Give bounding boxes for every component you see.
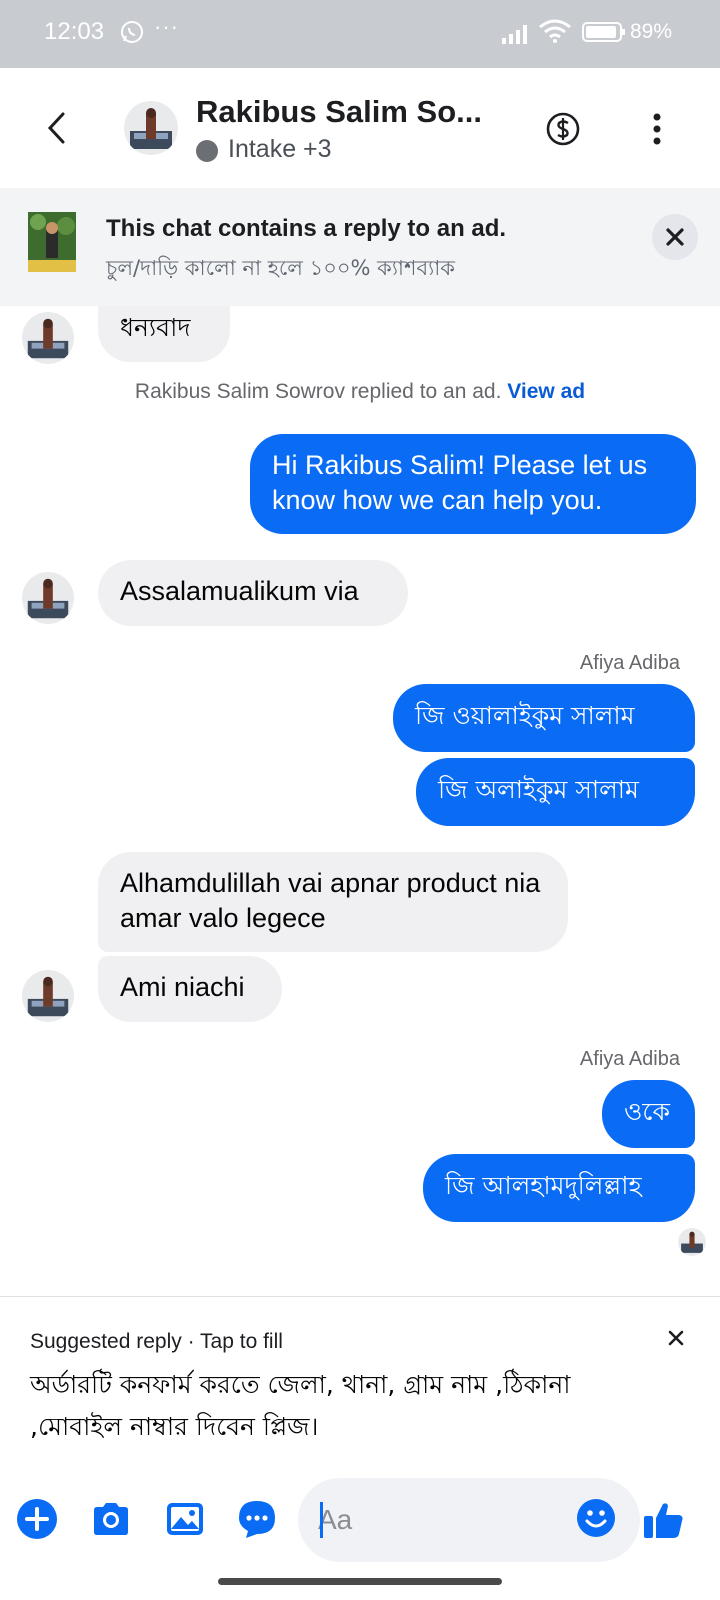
- whatsapp-icon: [121, 21, 143, 43]
- chat-bubble-icon[interactable]: [236, 1498, 278, 1540]
- ad-reply-banner[interactable]: This chat contains a reply to an ad. চুল…: [0, 188, 720, 306]
- wifi-icon: [539, 19, 571, 43]
- ad-thumbnail[interactable]: [28, 212, 76, 272]
- notification-dots: ···: [154, 14, 179, 39]
- sender-name: Afiya Adiba: [579, 1048, 680, 1070]
- view-ad-link[interactable]: View ad: [507, 380, 585, 403]
- read-receipt-avatar: [678, 1228, 706, 1256]
- divider: [0, 1296, 720, 1297]
- thumbs-up-icon[interactable]: [642, 1498, 686, 1542]
- signal-icon: [502, 25, 527, 44]
- ad-banner-title: This chat contains a reply to an ad.: [106, 215, 507, 242]
- camera-icon[interactable]: [90, 1498, 132, 1540]
- contact-avatar-small[interactable]: [22, 312, 74, 364]
- composer-bar: [0, 1470, 720, 1570]
- ad-reply-notice: Rakibus Salim Sowrov replied to an ad. V…: [0, 380, 720, 404]
- outgoing-message[interactable]: জি আলহামদুলিল্লাহ: [423, 1154, 695, 1222]
- battery-icon: [582, 22, 625, 42]
- dollar-icon[interactable]: [546, 112, 580, 146]
- ad-banner-subtitle: চুল/দাড়ি কালো না হলে ১০০% ক্যাশব্যাক: [106, 256, 455, 280]
- gallery-icon[interactable]: [164, 1498, 206, 1540]
- status-bar: 12:03 ··· 89%: [0, 0, 720, 68]
- battery-percent: 89%: [630, 20, 673, 43]
- message-list[interactable]: ধন্যবাদ Rakibus Salim Sowrov replied to …: [0, 306, 720, 1296]
- contact-avatar-small[interactable]: [22, 572, 74, 624]
- suggested-reply-label: Suggested reply · Tap to fill: [30, 1330, 283, 1353]
- chat-header: Rakibus Salim So... Intake +3: [0, 68, 720, 188]
- outgoing-message[interactable]: Hi Rakibus Salim! Please let us know how…: [250, 434, 696, 534]
- sender-name: Afiya Adiba: [579, 652, 680, 674]
- incoming-message[interactable]: ধন্যবাদ: [98, 306, 230, 362]
- incoming-message[interactable]: Alhamdulillah vai apnar product nia amar…: [98, 852, 568, 952]
- back-button[interactable]: [36, 108, 76, 148]
- back-arrow-icon: [47, 112, 65, 144]
- message-input-container[interactable]: [298, 1478, 640, 1562]
- suggested-reply-text[interactable]: অর্ডারটি কনফার্ম করতে জেলা, থানা, গ্রাম …: [30, 1364, 670, 1448]
- close-icon: [666, 228, 684, 246]
- outgoing-message[interactable]: জি ওয়ালাইকুম সালাম: [393, 684, 695, 752]
- status-time: 12:03: [44, 18, 105, 45]
- contact-avatar[interactable]: [124, 101, 178, 155]
- emoji-icon[interactable]: [576, 1498, 616, 1538]
- ad-reply-notice-text: Rakibus Salim Sowrov replied to an ad.: [134, 380, 502, 403]
- contact-name[interactable]: Rakibus Salim So...: [196, 94, 506, 130]
- ad-banner-close-button[interactable]: [652, 214, 698, 260]
- message-input[interactable]: [318, 1498, 558, 1542]
- presence-label: Intake +3: [228, 135, 332, 163]
- incoming-message[interactable]: Ami niachi: [98, 956, 282, 1022]
- text-caret: [320, 1502, 323, 1538]
- close-icon[interactable]: [664, 1326, 688, 1350]
- plus-icon[interactable]: [16, 1498, 58, 1540]
- incoming-message[interactable]: Assalamualikum via: [98, 560, 408, 626]
- presence-dot: [196, 140, 218, 162]
- outgoing-message[interactable]: ওকে: [602, 1080, 695, 1148]
- outgoing-message[interactable]: জি অলাইকুম সালাম: [416, 758, 695, 826]
- contact-avatar-small[interactable]: [22, 970, 74, 1022]
- more-vertical-icon[interactable]: [650, 112, 664, 146]
- home-indicator[interactable]: [218, 1578, 502, 1585]
